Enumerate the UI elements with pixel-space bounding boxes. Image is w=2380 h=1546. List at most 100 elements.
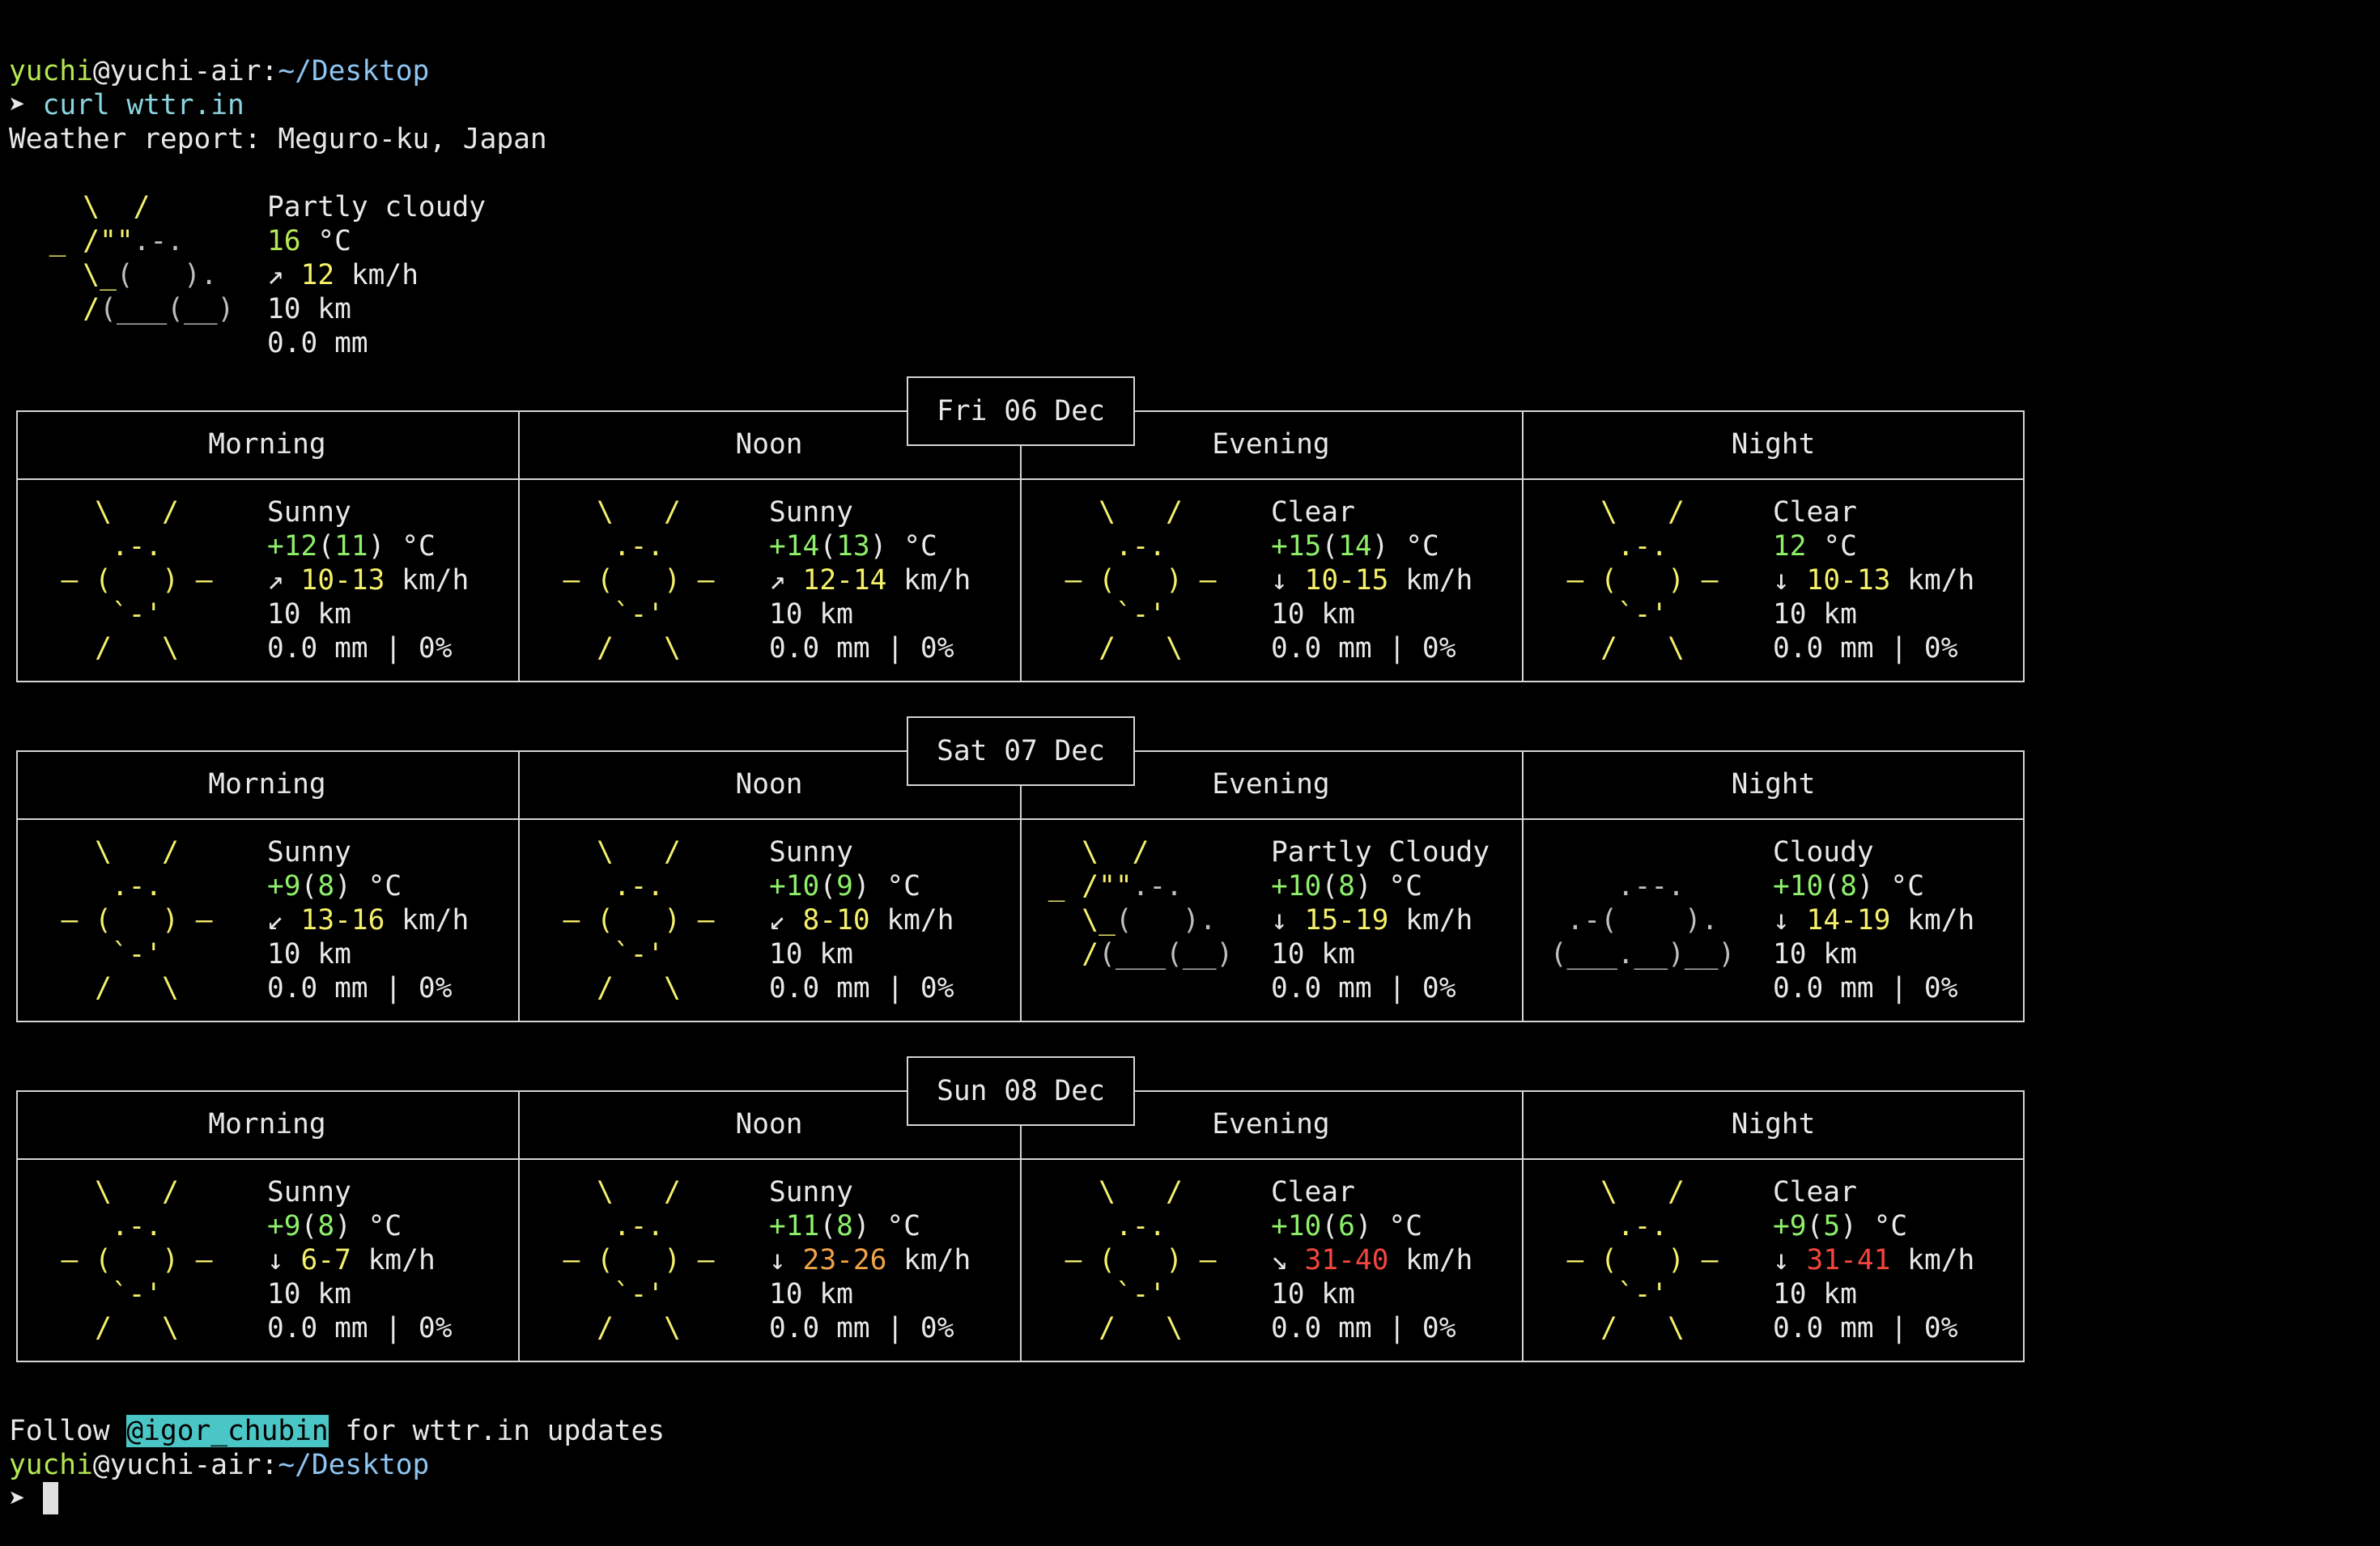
sun-fragment: _ /"" [32, 225, 134, 257]
temperature-line: +10(8) °C [1271, 869, 1422, 903]
prompt-host: @yuchi-air: [92, 1449, 278, 1481]
art-row: \ / [32, 190, 251, 224]
sun-fragment: \ / [32, 191, 252, 223]
precipitation-value: 0.0 mm | 0% [267, 1312, 453, 1344]
wind-speed-value: 31-40 [1304, 1244, 1389, 1276]
input-line[interactable]: ➤ [9, 1482, 58, 1516]
art-row: \_( ). [32, 258, 251, 292]
visibility-value: 10 km [1271, 1278, 1355, 1310]
condition-label: Sunny [769, 496, 853, 529]
art-row [1533, 835, 1752, 869]
date-label: Sun 08 Dec [907, 1056, 1135, 1126]
art-row: / \ [529, 1312, 749, 1344]
paren: ( [300, 870, 318, 903]
paren: ( [819, 870, 837, 903]
wind-arrow-icon: ↓ [769, 1244, 803, 1276]
paren: ) [368, 530, 385, 563]
wind-unit: km/h [886, 1244, 971, 1276]
art-row: \ / [1031, 835, 1250, 869]
text-cursor [42, 1482, 58, 1514]
wind-arrow-icon: ↓ [1773, 904, 1807, 937]
wind-arrow-icon: ↓ [1773, 564, 1807, 597]
wind-arrow-icon: ↗ [769, 564, 803, 597]
wind-unit: km/h [869, 904, 954, 937]
art-fragment [1031, 972, 1250, 1004]
command-text: curl wttr.in [42, 89, 244, 121]
art-row: \ / [1533, 1176, 1753, 1208]
temperature-unit: °C [1371, 870, 1422, 903]
temperature-value: +10 [1773, 870, 1824, 903]
art-row: /(___(__) [32, 292, 251, 326]
art-row: / \ [529, 632, 749, 665]
date-label: Fri 06 Dec [907, 376, 1135, 446]
art-fragment: .-. [1132, 870, 1251, 903]
period-header-morning: Morning [208, 1108, 326, 1140]
art-row: ― ( ) ― [1031, 564, 1251, 597]
precipitation-value: 0.0 mm | 0% [1773, 972, 1958, 1004]
current-temp-unit: °C [300, 225, 351, 257]
art-row: (___.__)__) [1533, 938, 1753, 970]
wind-line: ↘ 31-40 km/h [1271, 1243, 1473, 1277]
art-row: / \ [28, 632, 247, 665]
wind-speed-value: 31-41 [1806, 1244, 1891, 1276]
art-row: ― ( ) ― [28, 564, 247, 597]
follow-text: Follow [9, 1415, 127, 1447]
wind-unit: km/h [1890, 904, 1975, 937]
twitter-handle-link[interactable]: @igor_chubin [126, 1415, 329, 1447]
art-row: \_( ). [1031, 903, 1250, 937]
temperature-value: +9 [267, 870, 301, 903]
prompt-arrow-icon: ➤ [9, 89, 43, 121]
art-row: / \ [1031, 1312, 1251, 1344]
command-line: ➤ curl wttr.in [9, 88, 244, 122]
art-row: .-. [1031, 530, 1251, 563]
art-row: `-' [1031, 1278, 1251, 1310]
condition-label: Sunny [769, 836, 853, 869]
art-row: / \ [1533, 632, 1753, 665]
art-row: \ / [1031, 496, 1251, 529]
art-row: \ / [1031, 1176, 1251, 1208]
condition-label: Sunny [267, 836, 351, 869]
date-label: Sat 07 Dec [907, 716, 1135, 786]
prompt-arrow-icon: ➤ [9, 1483, 43, 1515]
visibility-value: 10 km [267, 938, 351, 970]
art-row: `-' [1031, 598, 1251, 631]
wind-unit: km/h [1388, 564, 1473, 597]
feels-like-value: 14 [1338, 530, 1372, 563]
feels-like-value: 8 [1840, 870, 1857, 903]
wind-speed-value: 10-13 [300, 564, 385, 597]
wind-line: ↓ 6-7 km/h [267, 1243, 436, 1277]
visibility-value: 10 km [1271, 938, 1355, 970]
art-row: _ /"".-. [32, 224, 251, 258]
wind-line: ↙ 8-10 km/h [769, 903, 954, 937]
current-temp-line: 16 °C [267, 224, 351, 258]
art-row: `-' [1533, 1278, 1753, 1310]
precipitation-value: 0.0 mm | 0% [1773, 632, 1958, 665]
wind-speed-value: 23-26 [802, 1244, 887, 1276]
paren: ( [1321, 870, 1339, 903]
art-row: `-' [529, 598, 749, 631]
condition-label: Clear [1271, 496, 1355, 529]
art-row: `-' [28, 1278, 247, 1310]
temperature-value: +15 [1271, 530, 1322, 563]
wind-line: ↓ 10-15 km/h [1271, 563, 1473, 597]
cloud-fragment: .-. [133, 225, 252, 257]
precipitation-value: 0.0 mm | 0% [1271, 972, 1456, 1004]
sun-fragment: / [32, 293, 100, 325]
temperature-value: +10 [1271, 870, 1322, 903]
temperature-unit: °C [1371, 1210, 1422, 1242]
wind-speed-value: 13-16 [300, 904, 385, 937]
wind-line: ↗ 12-14 km/h [769, 563, 971, 597]
wind-speed-value: 12-14 [802, 564, 887, 597]
art-row: ― ( ) ― [1533, 1244, 1753, 1276]
precipitation-value: 0.0 mm | 0% [769, 632, 954, 665]
temperature-line: +14(13) °C [769, 529, 937, 563]
art-row: `-' [28, 938, 247, 970]
art-fragment: \ / [1031, 836, 1251, 869]
temperature-unit: °C [351, 870, 402, 903]
paren: ) [1840, 1210, 1857, 1242]
art-row: `-' [1533, 598, 1753, 631]
wind-line: ↓ 31-41 km/h [1773, 1243, 1974, 1277]
wind-arrow-icon: ↓ [1271, 904, 1305, 937]
precipitation-value: 0.0 mm | 0% [769, 1312, 954, 1344]
temperature-unit: °C [886, 530, 937, 563]
